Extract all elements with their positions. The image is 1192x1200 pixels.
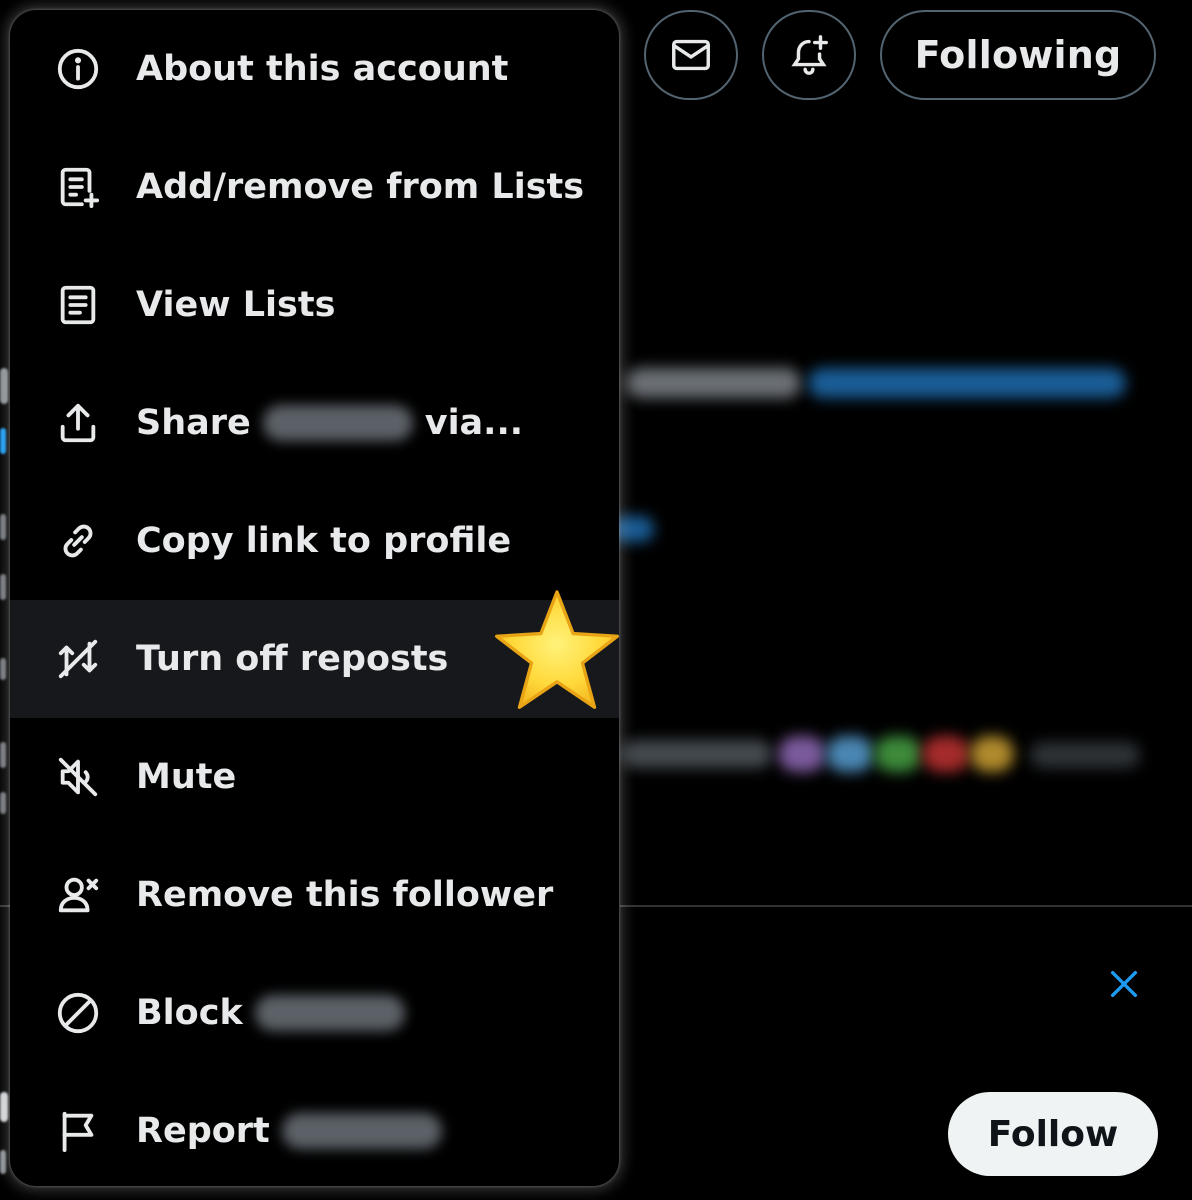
- share-suffix: via...: [424, 403, 524, 443]
- edge-fragment: [0, 742, 6, 768]
- menu-item-label: Add/remove from Lists: [136, 167, 585, 207]
- notify-button[interactable]: [762, 10, 856, 100]
- redacted-username: [254, 995, 405, 1031]
- blurred-emoji: [874, 736, 922, 772]
- block-label: Block: [136, 993, 243, 1033]
- menu-item-label: Block: [136, 993, 417, 1033]
- edge-fragment: [0, 792, 6, 814]
- redacted-username: [262, 405, 413, 441]
- menu-item-remove-follower[interactable]: Remove this follower: [10, 836, 619, 954]
- divider: [620, 905, 1192, 907]
- menu-item-block[interactable]: Block: [10, 954, 619, 1072]
- menu-item-copy-link[interactable]: Copy link to profile: [10, 482, 619, 600]
- edge-fragment: [0, 1092, 8, 1122]
- blurred-emoji: [970, 736, 1014, 772]
- menu-item-add-remove-lists[interactable]: Add/remove from Lists: [10, 128, 619, 246]
- menu-item-label: Share via...: [136, 403, 523, 443]
- blurred-emoji: [826, 736, 874, 772]
- blurred-text: [626, 368, 801, 398]
- menu-item-view-lists[interactable]: View Lists: [10, 246, 619, 364]
- menu-item-label: Turn off reposts: [136, 639, 449, 679]
- blurred-text: [1030, 742, 1140, 768]
- menu-item-report[interactable]: Report: [10, 1072, 619, 1186]
- redacted-username: [281, 1113, 442, 1149]
- list-icon: [54, 281, 102, 329]
- follow-label: Follow: [987, 1113, 1119, 1155]
- list-add-icon: [54, 163, 102, 211]
- menu-item-label: About this account: [136, 49, 509, 89]
- close-icon: [1110, 970, 1138, 998]
- remove-user-icon: [54, 871, 102, 919]
- link-icon: [54, 517, 102, 565]
- menu-item-share[interactable]: Share via...: [10, 364, 619, 482]
- menu-item-label: Mute: [136, 757, 237, 797]
- flag-icon: [54, 1107, 102, 1155]
- menu-item-label: View Lists: [136, 285, 336, 325]
- mail-icon: [672, 39, 710, 71]
- blurred-link: [808, 368, 1126, 398]
- star-icon: [495, 590, 619, 709]
- repost-off-icon: [54, 635, 102, 683]
- block-icon: [54, 989, 102, 1037]
- edge-fragment: [0, 368, 8, 404]
- mute-icon: [54, 753, 102, 801]
- menu-item-about-account[interactable]: About this account: [10, 10, 619, 128]
- share-label: Share: [136, 403, 251, 443]
- blurred-emoji: [778, 736, 826, 772]
- menu-item-mute[interactable]: Mute: [10, 718, 619, 836]
- edge-fragment: [0, 428, 6, 454]
- following-label: Following: [914, 33, 1122, 77]
- message-button[interactable]: [644, 10, 738, 100]
- share-icon: [54, 399, 102, 447]
- edge-fragment: [0, 1150, 6, 1174]
- blurred-text: [622, 740, 772, 768]
- report-label: Report: [136, 1111, 270, 1151]
- follow-button[interactable]: Follow: [948, 1092, 1158, 1176]
- blurred-emoji: [922, 736, 970, 772]
- menu-item-label: Copy link to profile: [136, 521, 512, 561]
- edge-fragment: [0, 658, 6, 680]
- following-button[interactable]: Following: [880, 10, 1156, 100]
- bell-plus-icon: [791, 35, 828, 75]
- info-icon: [54, 45, 102, 93]
- edge-fragment: [0, 514, 6, 540]
- close-button[interactable]: [1102, 962, 1146, 1006]
- menu-item-label: Report: [136, 1111, 454, 1151]
- menu-item-label: Remove this follower: [136, 875, 554, 915]
- edge-fragment: [0, 574, 6, 600]
